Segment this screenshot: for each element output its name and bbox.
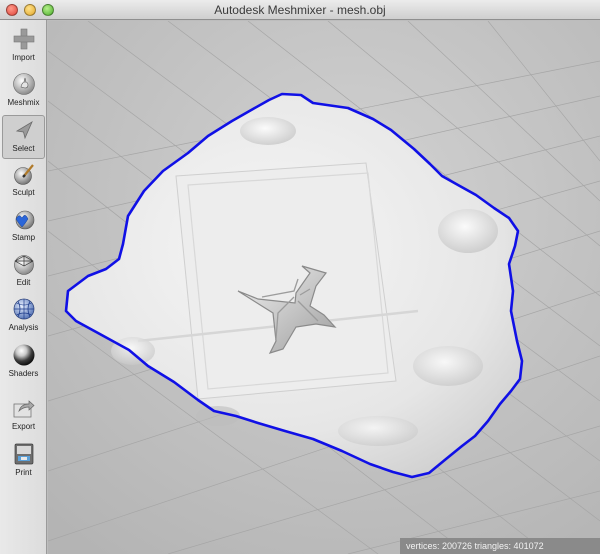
- shaders-label: Shaders: [8, 369, 39, 378]
- plus-icon: [13, 28, 34, 50]
- shaders-button[interactable]: Shaders: [2, 341, 45, 385]
- viewport-canvas[interactable]: [48, 21, 600, 554]
- import-button[interactable]: Import: [2, 25, 45, 69]
- sculpt-button[interactable]: Sculpt: [2, 160, 45, 204]
- mesh-stats-status: vertices: 200726 triangles: 401072: [400, 538, 600, 554]
- analysis-button[interactable]: Analysis: [2, 295, 45, 339]
- title-bar: Autodesk Meshmixer - mesh.obj: [0, 0, 600, 20]
- chrome-ball-icon: [13, 344, 34, 366]
- stamp-label: Stamp: [11, 233, 36, 242]
- brush-icon: [13, 164, 34, 185]
- print-button[interactable]: Print: [2, 440, 45, 484]
- export-button[interactable]: Export: [2, 394, 45, 438]
- window-title: Autodesk Meshmixer - mesh.obj: [214, 3, 386, 17]
- stamp-icon: [15, 210, 34, 230]
- 3d-viewport[interactable]: [48, 21, 600, 554]
- meshmix-button[interactable]: Meshmix: [2, 70, 45, 114]
- printer-icon: [14, 443, 33, 465]
- analysis-label: Analysis: [8, 323, 39, 332]
- import-label: Import: [12, 53, 35, 62]
- meshmix-label: Meshmix: [7, 98, 40, 107]
- export-arrow-icon: [13, 400, 35, 418]
- stamp-button[interactable]: Stamp: [2, 205, 45, 249]
- select-button[interactable]: Select: [2, 115, 45, 159]
- print-label: Print: [15, 468, 32, 477]
- analysis-sphere-icon: [13, 298, 34, 320]
- select-label: Select: [12, 144, 35, 153]
- sculpt-label: Sculpt: [12, 188, 35, 197]
- wireframe-sphere-icon: [13, 255, 34, 275]
- edit-label: Edit: [16, 278, 31, 287]
- tool-sidebar: Import Meshmix Select Sculpt Stamp Edit …: [0, 20, 47, 554]
- export-label: Export: [11, 422, 36, 431]
- edit-button[interactable]: Edit: [2, 250, 45, 294]
- bunny-icon: [12, 73, 35, 95]
- cursor-arrow-icon: [15, 121, 33, 140]
